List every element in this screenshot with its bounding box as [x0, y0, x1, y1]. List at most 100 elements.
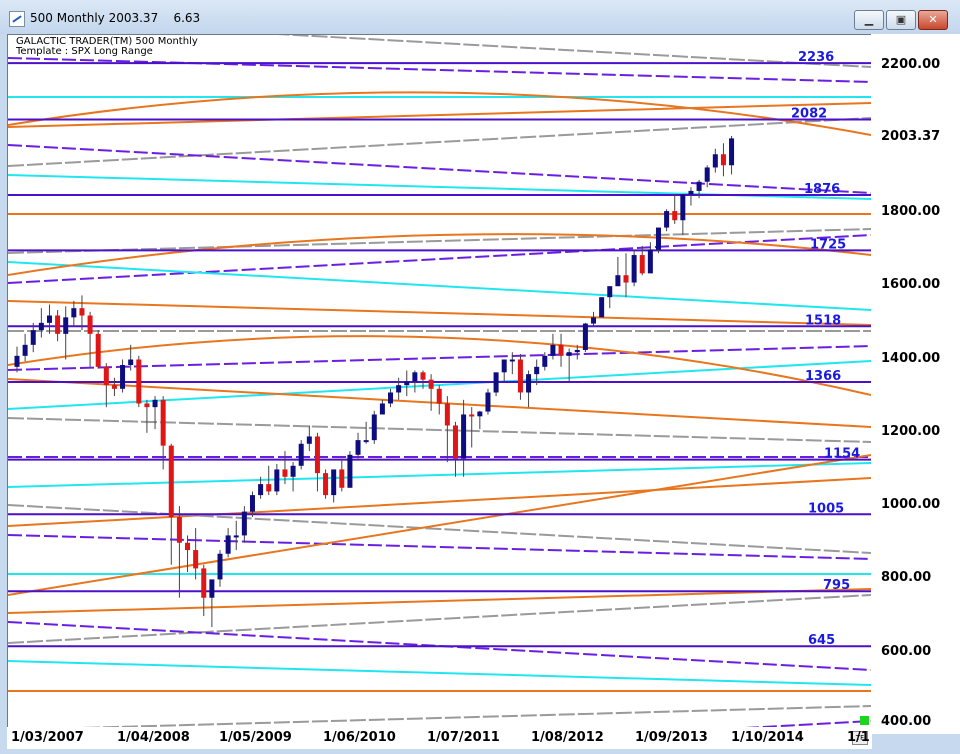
chart-plot-area[interactable]: 2236 2082 1876 1725 1518 1366 1154 1005 795 645 G…: [7, 34, 872, 736]
candle-body: [436, 388, 442, 404]
candle-body: [111, 385, 117, 389]
candle-body: [201, 568, 207, 598]
candle-body: [217, 553, 223, 580]
candle-body: [209, 579, 215, 598]
y-tick-label: 800.00: [881, 570, 932, 586]
candle-body: [526, 374, 532, 393]
candle-body: [582, 323, 588, 350]
candle-body: [63, 317, 69, 334]
candle-body: [712, 154, 718, 168]
candle-body: [274, 469, 280, 492]
candle-body: [347, 454, 353, 488]
candle-body: [469, 414, 475, 417]
restore-button[interactable]: ▣: [886, 10, 916, 30]
date-axis: TF 1/03/2007 1/04/2008 1/05/2009 1/06/2010 1…: [7, 727, 872, 749]
candle-body: [509, 359, 515, 362]
candle-body: [729, 138, 735, 166]
candle-body: [87, 315, 93, 334]
candle-body: [55, 315, 61, 334]
y-tick-label: 400.00: [881, 714, 932, 729]
level-label: 1518: [805, 313, 841, 328]
candle-body: [404, 381, 410, 386]
level-label: 795: [823, 578, 850, 593]
candle-body: [452, 425, 458, 459]
template-line: [8, 144, 871, 194]
template-line: [8, 534, 871, 560]
candle-body: [314, 436, 320, 474]
candle-body: [120, 364, 126, 389]
candle-body: [607, 286, 613, 298]
x-tick-label: 1/10/2014: [731, 730, 804, 745]
template-line: [8, 504, 871, 554]
template-line: [8, 261, 871, 311]
arc-line: [8, 91, 871, 136]
candle-body: [266, 484, 272, 492]
x-tick-label: 1/1: [847, 730, 870, 745]
candle-body: [615, 275, 621, 287]
candle-body: [225, 535, 231, 554]
x-tick-label: 1/08/2012: [531, 730, 604, 745]
candle-body: [534, 366, 540, 375]
candle-body: [501, 359, 507, 373]
candle-body: [639, 255, 645, 274]
restore-icon: ▣: [895, 13, 907, 26]
candle-body: [249, 495, 255, 512]
candle-body: [71, 308, 77, 318]
candle-body: [680, 194, 686, 221]
candle-body: [168, 445, 174, 518]
candle-body: [79, 308, 85, 316]
app-window: 500 Monthly 2003.37 6.63 ▁ ▣ ✕ 2236 2082 1…: [0, 0, 960, 754]
x-tick-label: 1/04/2008: [117, 730, 190, 745]
level-label: 2082: [791, 107, 827, 122]
candle-body: [647, 249, 653, 274]
status-indicator: [860, 716, 869, 725]
price-axis: 2200.00 2003.37 1800.00 1600.00 1400.00 1200.…: [871, 34, 960, 734]
template-line: [8, 477, 871, 527]
chart-app-icon: [9, 11, 25, 27]
template-line: [8, 660, 871, 686]
candle-body: [485, 392, 491, 412]
panel-template: Template : SPX Long Range: [16, 46, 153, 57]
candle-body: [664, 211, 670, 228]
close-button[interactable]: ✕: [918, 10, 948, 30]
title-bar[interactable]: 500 Monthly 2003.37 6.63 ▁ ▣ ✕: [0, 0, 960, 34]
candle-body: [517, 359, 523, 393]
template-line: [8, 57, 871, 83]
y-tick-label: 2003.37: [881, 129, 941, 145]
candle-body: [241, 511, 247, 536]
template-line: [8, 117, 871, 167]
candle-body: [38, 322, 44, 331]
candle-body: [193, 550, 199, 569]
candle-body: [566, 352, 572, 356]
y-tick-label: 1600.00: [881, 277, 941, 293]
x-tick-label: 1/06/2010: [323, 730, 396, 745]
candle-body: [428, 379, 434, 389]
y-tick-label: 600.00: [881, 643, 932, 659]
candle-body: [704, 167, 710, 182]
candle-body: [574, 349, 580, 353]
level-label: 1725: [810, 237, 846, 252]
candle-body: [306, 436, 312, 444]
candle-body: [591, 317, 597, 324]
candle-body: [388, 392, 394, 404]
candle-body: [444, 403, 450, 426]
candle-body: [672, 211, 678, 221]
level-label: 2236: [798, 50, 834, 65]
candle-body: [599, 297, 605, 318]
candle-body: [396, 385, 402, 393]
candle-body: [655, 227, 661, 250]
y-tick-label: 1000.00: [881, 497, 941, 513]
candle-body: [331, 469, 337, 496]
candle-body: [258, 484, 264, 496]
candle-body: [493, 372, 499, 393]
candle-body: [95, 333, 101, 367]
candle-body: [420, 372, 426, 380]
template-line: [8, 594, 871, 644]
minimize-button[interactable]: ▁: [854, 10, 884, 30]
level-label: 1876: [804, 182, 840, 197]
candle-body: [355, 440, 361, 455]
y-tick-label: 1800.00: [881, 203, 941, 219]
x-tick-label: 1/07/2011: [427, 730, 500, 745]
candle-body: [323, 473, 329, 496]
candle-body: [233, 535, 239, 538]
